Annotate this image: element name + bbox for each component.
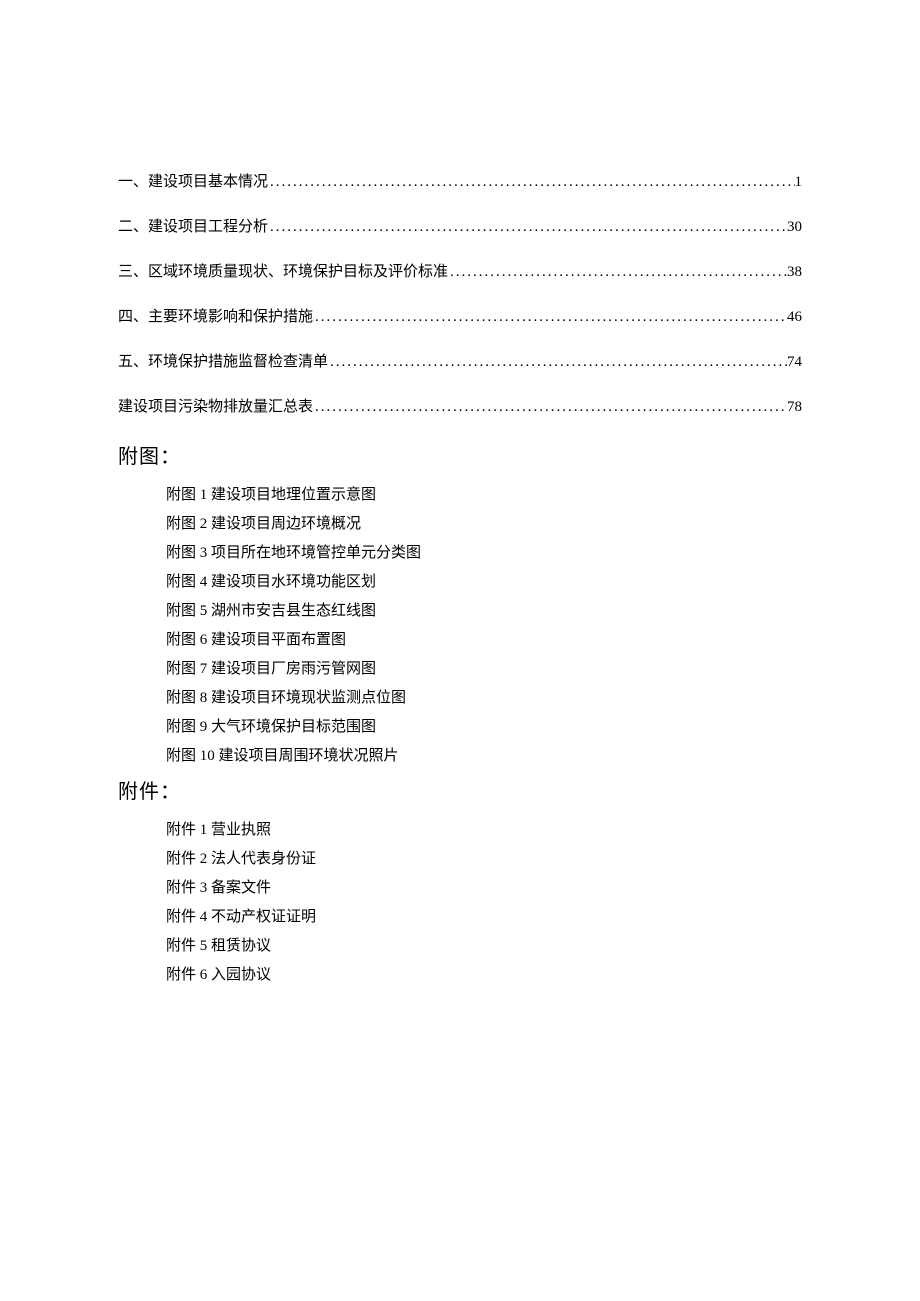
toc-page-number: 1 bbox=[795, 174, 803, 191]
toc-title: 建设项目污染物排放量汇总表 bbox=[118, 395, 313, 416]
list-item: 附图 4 建设项目水环境功能区划 bbox=[166, 568, 802, 597]
list-item: 附件 3 备案文件 bbox=[166, 874, 802, 903]
toc-leader-dots bbox=[268, 219, 787, 236]
document-page: 一、建设项目基本情况 1 二、建设项目工程分析 30 三、区域环境质量现状、环境… bbox=[0, 0, 920, 990]
toc-page-number: 46 bbox=[787, 309, 802, 326]
toc-leader-dots bbox=[268, 174, 794, 191]
list-item: 附图 5 湖州市安吉县生态红线图 bbox=[166, 597, 802, 626]
toc-title: 三、区域环境质量现状、环境保护目标及评价标准 bbox=[118, 260, 448, 281]
attachments-list: 附件 1 营业执照 附件 2 法人代表身份证 附件 3 备案文件 附件 4 不动… bbox=[118, 816, 802, 990]
list-item: 附图 10 建设项目周围环境状况照片 bbox=[166, 742, 802, 771]
list-item: 附图 9 大气环境保护目标范围图 bbox=[166, 713, 802, 742]
list-item: 附图 2 建设项目周边环境概况 bbox=[166, 510, 802, 539]
toc-entry: 一、建设项目基本情况 1 bbox=[118, 170, 802, 191]
toc-leader-dots bbox=[448, 264, 787, 281]
toc-entry: 四、主要环境影响和保护措施 46 bbox=[118, 305, 802, 326]
toc-leader-dots bbox=[313, 399, 787, 416]
toc-page-number: 30 bbox=[787, 219, 802, 236]
toc-title: 一、建设项目基本情况 bbox=[118, 170, 268, 191]
toc-entry: 五、环境保护措施监督检查清单 74 bbox=[118, 350, 802, 371]
list-item: 附图 1 建设项目地理位置示意图 bbox=[166, 481, 802, 510]
toc-leader-dots bbox=[328, 354, 787, 371]
toc-entry: 三、区域环境质量现状、环境保护目标及评价标准 38 bbox=[118, 260, 802, 281]
list-item: 附件 5 租赁协议 bbox=[166, 932, 802, 961]
toc-page-number: 78 bbox=[787, 399, 802, 416]
list-item: 附件 4 不动产权证证明 bbox=[166, 903, 802, 932]
list-item: 附件 2 法人代表身份证 bbox=[166, 845, 802, 874]
list-item: 附图 3 项目所在地环境管控单元分类图 bbox=[166, 539, 802, 568]
list-item: 附图 7 建设项目厂房雨污管网图 bbox=[166, 655, 802, 684]
toc-page-number: 38 bbox=[787, 264, 802, 281]
toc-leader-dots bbox=[313, 309, 787, 326]
list-item: 附图 6 建设项目平面布置图 bbox=[166, 626, 802, 655]
table-of-contents: 一、建设项目基本情况 1 二、建设项目工程分析 30 三、区域环境质量现状、环境… bbox=[118, 170, 802, 416]
toc-entry: 建设项目污染物排放量汇总表 78 bbox=[118, 395, 802, 416]
list-item: 附件 6 入园协议 bbox=[166, 961, 802, 990]
attachments-heading: 附件： bbox=[118, 775, 802, 804]
toc-entry: 二、建设项目工程分析 30 bbox=[118, 215, 802, 236]
list-item: 附件 1 营业执照 bbox=[166, 816, 802, 845]
toc-title: 四、主要环境影响和保护措施 bbox=[118, 305, 313, 326]
toc-title: 五、环境保护措施监督检查清单 bbox=[118, 350, 328, 371]
figures-heading: 附图： bbox=[118, 440, 802, 469]
list-item: 附图 8 建设项目环境现状监测点位图 bbox=[166, 684, 802, 713]
toc-page-number: 74 bbox=[787, 354, 802, 371]
figures-list: 附图 1 建设项目地理位置示意图 附图 2 建设项目周边环境概况 附图 3 项目… bbox=[118, 481, 802, 771]
toc-title: 二、建设项目工程分析 bbox=[118, 215, 268, 236]
